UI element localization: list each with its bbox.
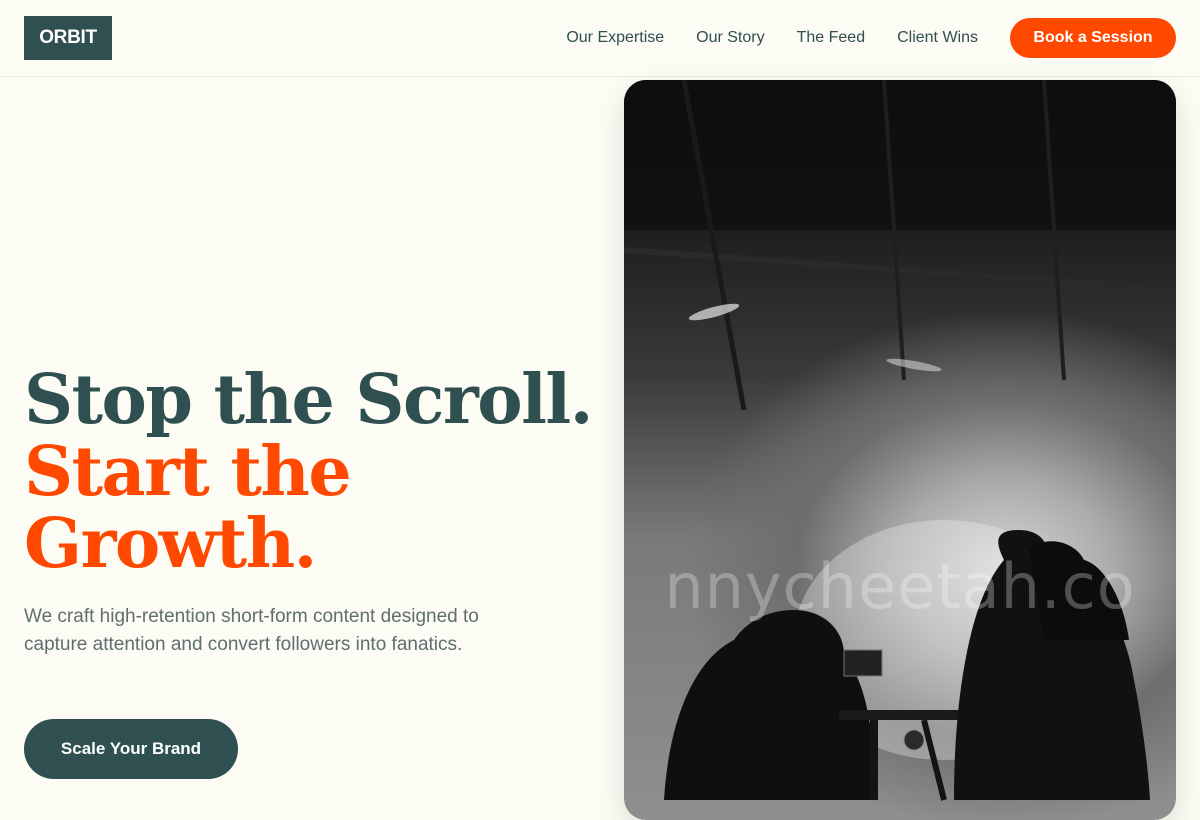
hero-title-line3: Growth.: [24, 504, 317, 584]
main-nav: Our Expertise Our Story The Feed Client …: [566, 0, 1176, 76]
scale-brand-button[interactable]: Scale Your Brand: [24, 719, 238, 779]
nav-link-feed[interactable]: The Feed: [797, 29, 865, 47]
image-watermark: nnycheetah.co: [664, 550, 1136, 623]
film-crew-photo-icon: [624, 80, 1176, 801]
site-header: ORBIT Our Expertise Our Story The Feed C…: [0, 0, 1200, 77]
nav-link-expertise[interactable]: Our Expertise: [566, 29, 664, 47]
logo[interactable]: ORBIT: [24, 16, 112, 60]
book-session-button[interactable]: Book a Session: [1010, 18, 1176, 58]
nav-link-story[interactable]: Our Story: [696, 29, 764, 47]
hero-subtitle: We craft high-retention short-form conte…: [24, 606, 479, 655]
hero-title: Stop the Scroll. Start the Growth.: [24, 360, 593, 584]
hero-title-line2: Start the: [24, 432, 352, 512]
hero-image: nnycheetah.co: [624, 80, 1176, 820]
hero-title-line1: Stop the Scroll.: [24, 360, 593, 440]
nav-link-client-wins[interactable]: Client Wins: [897, 29, 978, 47]
